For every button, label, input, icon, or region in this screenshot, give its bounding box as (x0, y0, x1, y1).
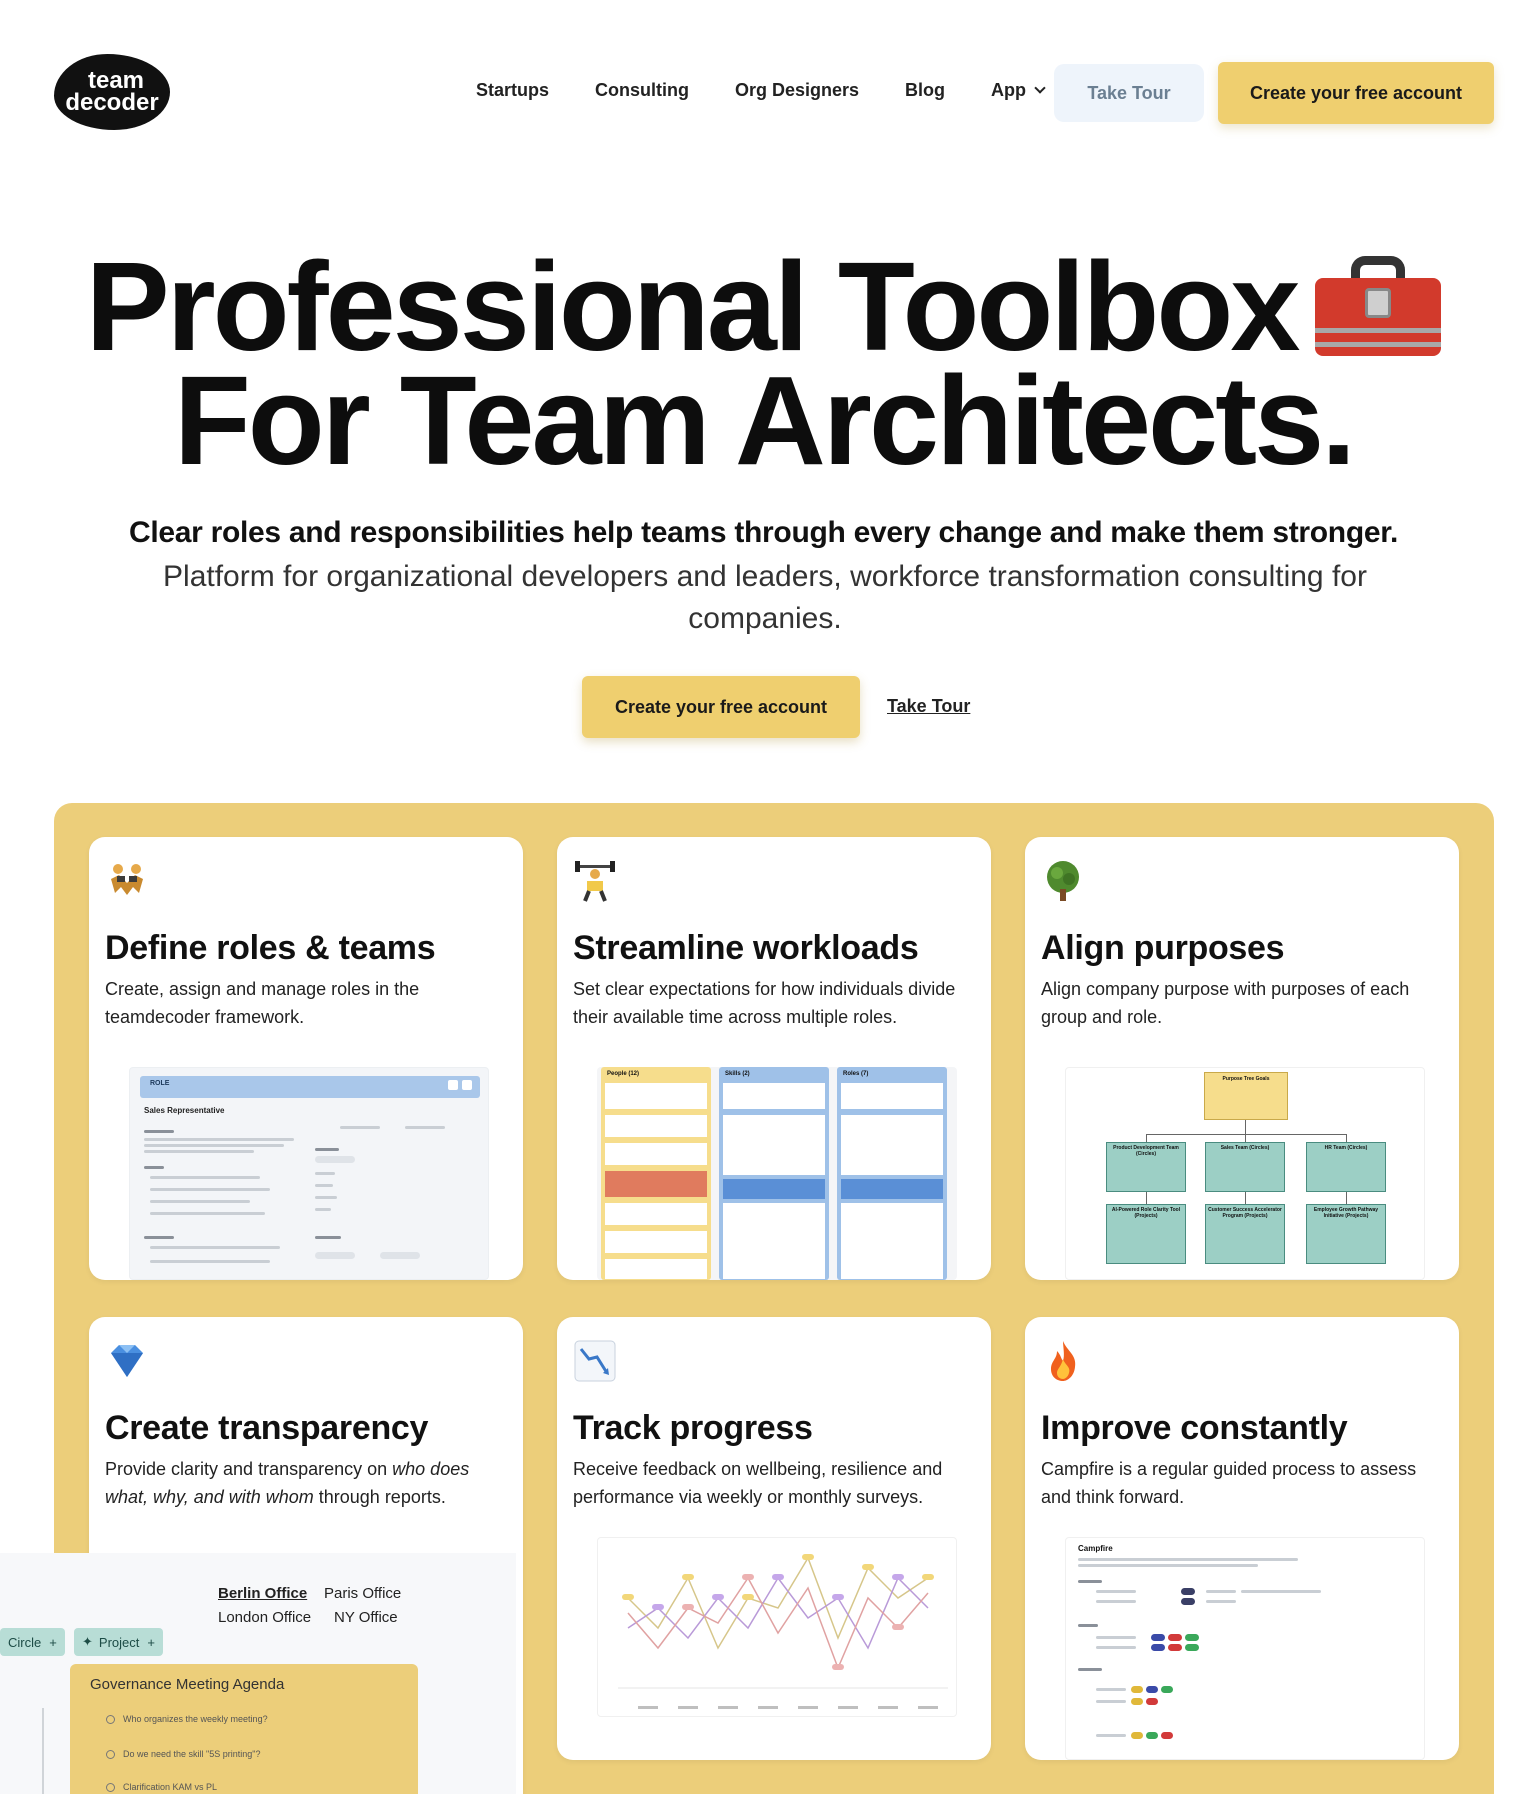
hero-subtitle-bold: Clear roles and responsibilities help te… (129, 516, 1398, 549)
feature-card-align-purposes[interactable]: Align purposes Align company purpose wit… (1025, 837, 1459, 1280)
governance-agenda-card[interactable]: Governance Meeting Agenda Who organizes … (70, 1664, 418, 1794)
fire-icon (1051, 1341, 1076, 1381)
take-tour-button[interactable]: Take Tour (1054, 64, 1204, 122)
survey-line-chart (618, 1554, 948, 1709)
campfire-title: Campfire (1078, 1544, 1113, 1553)
survey-chart-screenshot (597, 1537, 957, 1717)
weight-lifter-icon (575, 861, 615, 902)
hero-subtitle: Platform for organizational developers a… (163, 560, 1367, 635)
plus-icon: + (49, 1634, 57, 1650)
feature-title: Align purposes (1041, 929, 1285, 967)
top-nav: team decoder Startups Consulting Org Des… (0, 0, 1527, 190)
hero-title: Professional Toolbox For Team Architects… (0, 244, 1527, 484)
checkbox-icon (106, 1714, 115, 1724)
plus-icon: + (147, 1634, 155, 1650)
feature-description: Create, assign and manage roles in the t… (105, 979, 420, 1027)
logo-word-decoder: decoder (65, 89, 159, 116)
feature-card-define-roles[interactable]: Define roles & teams Create, assign and … (89, 837, 523, 1280)
feature-title: Create transparency (105, 1409, 429, 1447)
overlay-divider (42, 1708, 44, 1794)
role-editor-header: ROLE (150, 1080, 170, 1087)
purpose-level2-c: Employee Growth Pathway Initiative (Proj… (1313, 1207, 1379, 1219)
people-wrestling-icon (111, 864, 143, 895)
purpose-root: Purpose Tree Goals (1222, 1076, 1270, 1082)
hero-title-line2: For Team Architects. (173, 350, 1356, 491)
feature-title: Track progress (573, 1409, 813, 1447)
role-editor-screenshot: ROLE Sales Representative (129, 1067, 489, 1280)
chart-decreasing-icon (574, 1340, 616, 1382)
add-project-chip[interactable]: ✦ Project + (74, 1628, 163, 1656)
purpose-level1-b: Sales Team (Circles) (1220, 1145, 1270, 1151)
chip-label-project: Project (98, 1634, 140, 1650)
campfire-screenshot: Campfire (1065, 1537, 1425, 1760)
agenda-title: Governance Meeting Agenda (90, 1676, 285, 1693)
toolbox-icon (1315, 252, 1442, 356)
office-tab-berlin[interactable]: Berlin Office (218, 1585, 307, 1602)
agenda-item[interactable]: Who organizes the weekly meeting? (106, 1714, 268, 1724)
role-editor-title: Sales Representative (144, 1106, 225, 1115)
agenda-item-label: Clarification KAM vs PL (123, 1782, 218, 1792)
chevron-down-icon (1034, 82, 1046, 94)
feature-description: Provide clarity and transparency on who … (105, 1455, 515, 1511)
nav-link-startups[interactable]: Startups (476, 80, 549, 101)
chip-label-circle: Circle (8, 1634, 42, 1650)
feature-description: Receive feedback on wellbeing, resilienc… (573, 1459, 943, 1507)
agenda-item-label: Who organizes the weekly meeting? (123, 1714, 268, 1724)
feature-card-streamline-workloads[interactable]: Streamline workloads Set clear expectati… (557, 837, 991, 1280)
checkbox-icon (106, 1782, 115, 1792)
hero-create-account-button[interactable]: Create your free account (582, 676, 860, 738)
office-tab-paris[interactable]: Paris Office (324, 1585, 401, 1602)
feature-description-part3: through reports. (313, 1487, 446, 1507)
nav-link-blog[interactable]: Blog (905, 80, 945, 101)
purpose-level2-a: AI-Powered Role Clarity Tool (Projects) (1111, 1207, 1181, 1219)
feature-title: Streamline workloads (573, 929, 919, 967)
feature-description: Align company purpose with purposes of e… (1041, 979, 1410, 1027)
purpose-level1-a: Product Development Team (Circles) (1113, 1145, 1179, 1157)
feature-description: Campfire is a regular guided process to … (1041, 1459, 1417, 1507)
nav-link-app[interactable]: App (991, 80, 1046, 101)
feature-description-part1: Provide clarity and transparency on (105, 1459, 393, 1479)
checkbox-icon (106, 1749, 115, 1759)
teamdecoder-logo[interactable]: team decoder (54, 54, 170, 130)
hero-take-tour-link[interactable]: Take Tour (887, 696, 970, 717)
add-circle-chip[interactable]: Circle + (0, 1628, 65, 1656)
sparkle-icon: ✦ (82, 1634, 93, 1649)
purpose-tree-screenshot: Purpose Tree Goals Product Development T… (1065, 1067, 1425, 1280)
feature-description: Set clear expectations for how individua… (573, 979, 956, 1027)
gem-icon (111, 1345, 143, 1377)
nav-link-consulting[interactable]: Consulting (595, 80, 689, 101)
workload-column-people: People (12) (607, 1071, 640, 1077)
create-account-button[interactable]: Create your free account (1218, 62, 1494, 124)
purpose-level1-c: HR Team (Circles) (1324, 1145, 1368, 1151)
agenda-item[interactable]: Clarification KAM vs PL (106, 1782, 217, 1792)
purpose-level2-b: Customer Success Accelerator Program (Pr… (1208, 1207, 1282, 1219)
nav-link-org-designers[interactable]: Org Designers (735, 80, 859, 101)
feature-card-improve-constantly[interactable]: Improve constantly Campfire is a regular… (1025, 1317, 1459, 1760)
office-tab-ny[interactable]: NY Office (334, 1609, 398, 1626)
office-tab-london[interactable]: London Office (218, 1609, 311, 1626)
workload-column-roles: Roles (7) (843, 1071, 869, 1077)
nav-link-app-label: App (991, 80, 1027, 100)
feature-title: Improve constantly (1041, 1409, 1348, 1447)
agenda-item-label: Do we need the skill "5S printing"? (123, 1749, 261, 1759)
workload-board-screenshot: People (12) Skills (2) Roles (7) (597, 1067, 957, 1280)
workload-column-skills: Skills (2) (725, 1071, 750, 1077)
agenda-item[interactable]: Do we need the skill "5S printing"? (106, 1749, 260, 1759)
tree-icon (1047, 861, 1079, 901)
nav-links: Startups Consulting Org Designers Blog A… (476, 80, 1090, 101)
feature-card-track-progress[interactable]: Track progress Receive feedback on wellb… (557, 1317, 991, 1760)
feature-title: Define roles & teams (105, 929, 436, 967)
